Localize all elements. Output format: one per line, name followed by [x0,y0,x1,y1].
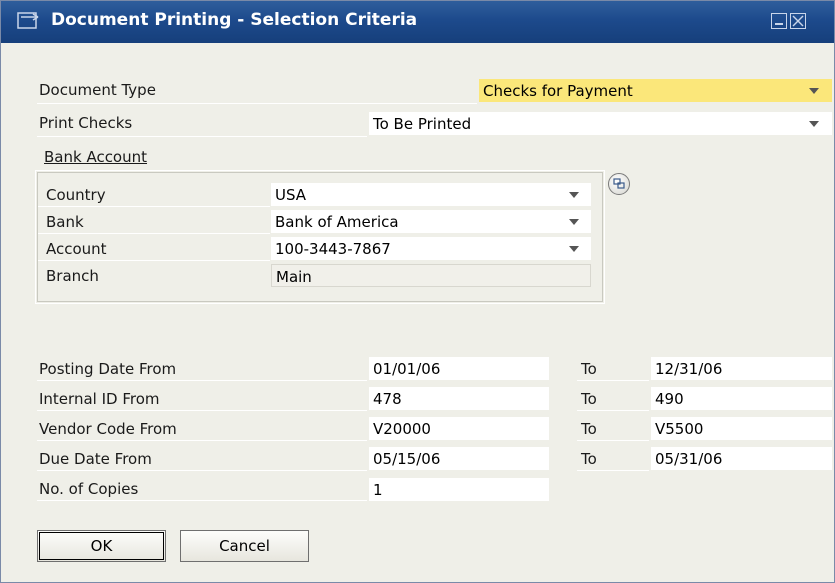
country-value: USA [275,186,307,204]
due-date-from-value: 05/15/06 [373,450,441,468]
copies-field[interactable]: 1 [369,478,549,501]
account-label: Account [46,240,107,258]
divider [577,410,649,411]
divider [577,440,649,441]
document-window-icon [17,12,39,29]
account-value: 100-3443-7867 [275,240,391,258]
posting-date-to-value: 12/31/06 [655,360,723,378]
vendor-code-from-label: Vendor Code From [39,420,177,438]
divider [37,410,367,411]
country-label: Country [46,186,106,204]
copies-value: 1 [373,481,383,499]
bank-account-link[interactable]: Bank Account [44,148,147,166]
posting-date-to-label: To [581,360,597,378]
cancel-button[interactable]: Cancel [180,530,309,562]
selection-criteria-form: Document Type Checks for Payment Print C… [1,43,834,582]
document-printing-window: Document Printing - Selection Criteria D… [0,0,835,583]
due-date-from-field[interactable]: 05/15/06 [369,447,549,470]
divider [38,260,270,261]
close-icon [792,15,804,27]
divider [38,233,270,234]
ok-button[interactable]: OK [37,530,166,562]
branch-value: Main [276,268,312,286]
minimize-button[interactable] [771,13,787,29]
close-button[interactable] [790,13,806,29]
chevron-down-icon [569,246,579,252]
print-checks-label: Print Checks [39,114,133,132]
divider [577,380,649,381]
divider [37,136,367,137]
document-type-dropdown[interactable]: Checks for Payment [479,79,832,102]
vendor-code-to-label: To [581,420,597,438]
internal-id-to-field[interactable]: 490 [651,387,832,410]
internal-id-to-value: 490 [655,390,684,408]
divider [577,470,649,471]
branch-label: Branch [46,267,99,285]
vendor-code-to-field[interactable]: V5500 [651,417,832,440]
document-type-value: Checks for Payment [483,82,633,100]
due-date-to-field[interactable]: 05/31/06 [651,447,832,470]
posting-date-from-value: 01/01/06 [373,360,441,378]
copies-label: No. of Copies [39,480,139,498]
branch-field: Main [271,264,591,287]
print-checks-value: To Be Printed [373,115,472,133]
due-date-from-label: Due Date From [39,450,152,468]
due-date-to-value: 05/31/06 [655,450,723,468]
internal-id-from-label: Internal ID From [39,390,160,408]
bank-dropdown[interactable]: Bank of America [271,210,591,233]
vendor-code-from-value: V20000 [373,420,431,438]
bank-label: Bank [46,213,84,231]
link-arrow-icon[interactable] [608,173,630,195]
title-bar: Document Printing - Selection Criteria [1,1,834,43]
internal-id-to-label: To [581,390,597,408]
account-dropdown[interactable]: 100-3443-7867 [271,237,591,260]
vendor-code-from-field[interactable]: V20000 [369,417,549,440]
divider [37,440,367,441]
divider [37,500,367,501]
print-checks-dropdown[interactable]: To Be Printed [369,112,832,135]
divider [37,380,367,381]
posting-date-from-field[interactable]: 01/01/06 [369,357,549,380]
internal-id-from-value: 478 [373,390,402,408]
chevron-down-icon [569,219,579,225]
divider [38,206,270,207]
chevron-down-icon [809,121,819,127]
vendor-code-to-value: V5500 [655,420,704,438]
chevron-down-icon [809,88,819,94]
chevron-down-icon [569,192,579,198]
bank-value: Bank of America [275,213,399,231]
divider [37,470,367,471]
country-dropdown[interactable]: USA [271,183,591,206]
window-title: Document Printing - Selection Criteria [51,10,418,30]
internal-id-from-field[interactable]: 478 [369,387,549,410]
posting-date-from-label: Posting Date From [39,360,177,378]
due-date-to-label: To [581,450,597,468]
posting-date-to-field[interactable]: 12/31/06 [651,357,832,380]
document-type-label: Document Type [39,81,156,99]
divider [37,103,477,104]
